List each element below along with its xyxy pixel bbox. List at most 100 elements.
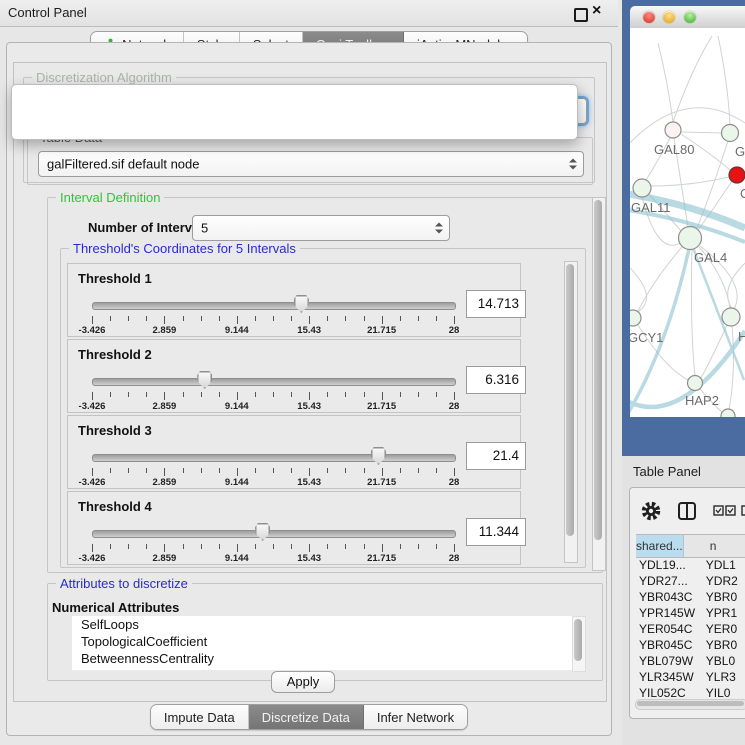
- split-view-icon[interactable]: [679, 503, 695, 519]
- threshold-4-box: Threshold 4 -3.4262.8599.14415.4321.7152…: [67, 491, 521, 565]
- table-row[interactable]: YLR345WYLR3: [636, 669, 745, 685]
- threshold-3-box: Threshold 3 -3.4262.8599.14415.4321.7152…: [67, 415, 521, 489]
- table-cell: YPR145W: [636, 605, 700, 621]
- threshold-3-axis: -3.4262.8599.14415.4321.71528: [92, 466, 454, 488]
- node-label-hap2: HAP2: [685, 393, 719, 408]
- table-row[interactable]: YBR043CYBR0: [636, 589, 745, 605]
- table-data-group: Table Data galFiltered.sif default node: [27, 137, 593, 185]
- table-cell: YBR045C: [636, 637, 700, 653]
- node-label-partial-c: C: [740, 186, 745, 201]
- tab-discretize-data[interactable]: Discretize Data: [249, 705, 364, 729]
- node-label-gal11: GAL11: [631, 200, 671, 215]
- attribute-list-item[interactable]: TopologicalCoefficient: [72, 633, 572, 650]
- zoom-traffic-light[interactable]: [684, 11, 696, 23]
- attributes-list-scrollbar[interactable]: [572, 616, 586, 672]
- node-gal11[interactable]: [633, 179, 651, 197]
- gear-icon[interactable]: [644, 504, 658, 518]
- algorithm-dropdown-popup: [11, 84, 578, 140]
- table-cell: YBR0: [700, 637, 745, 653]
- node-gcy1[interactable]: [630, 310, 641, 326]
- numerical-attributes-list[interactable]: SelfLoopsTopologicalCoefficientBetweenne…: [72, 616, 572, 670]
- minimize-traffic-light[interactable]: [663, 11, 675, 23]
- table-data-selected-value: galFiltered.sif default node: [47, 157, 199, 172]
- tab-impute-data[interactable]: Impute Data: [151, 705, 249, 729]
- threshold-2-label: Threshold 2: [78, 347, 152, 362]
- threshold-3-slider-track[interactable]: [92, 454, 456, 462]
- number-of-intervals-spinner[interactable]: 5: [192, 215, 450, 241]
- tab-infer-network[interactable]: Infer Network: [364, 705, 467, 729]
- threshold-3-value-field[interactable]: 21.4: [466, 442, 526, 470]
- thresholds-scrollbar[interactable]: [564, 261, 578, 563]
- threshold-4-slider-thumb[interactable]: [255, 523, 270, 541]
- checkbox-columns-icon[interactable]: [714, 506, 745, 515]
- threshold-3-label: Threshold 3: [78, 423, 152, 438]
- table-row[interactable]: YBL079WYBL0: [636, 653, 745, 669]
- threshold-4-slider-track[interactable]: [92, 530, 456, 538]
- threshold-3-slider-thumb[interactable]: [371, 447, 386, 465]
- threshold-1-value-field[interactable]: 14.713: [466, 290, 526, 318]
- threshold-4-value-field[interactable]: 11.344: [466, 518, 526, 546]
- table-cell: YPR1: [700, 605, 745, 621]
- table-panel-section: Table Panel shared... n: [622, 456, 745, 745]
- table-row[interactable]: YDL19...YDL1: [636, 557, 745, 573]
- combo-stepper-icon: [569, 159, 576, 170]
- table-cell: YDR2: [700, 573, 745, 589]
- close-icon[interactable]: ×: [592, 2, 601, 20]
- node-label-partial-ga: GA: [735, 144, 745, 159]
- threshold-4-label: Threshold 4: [78, 499, 152, 514]
- node-hap2[interactable]: [688, 376, 703, 391]
- node-bottom[interactable]: [721, 409, 735, 417]
- table-panel-box: shared... n YDL19...YDL1YDR27...YDR2YBR0…: [629, 487, 745, 719]
- table-data-combobox[interactable]: galFiltered.sif default node: [38, 151, 584, 177]
- float-window-icon[interactable]: [574, 8, 588, 22]
- table-row[interactable]: YBR045CYBR0: [636, 637, 745, 653]
- node-selected-red[interactable]: [729, 167, 745, 183]
- threshold-1-box: Threshold 1 -3.4262.8599.14415.4321.7152…: [67, 263, 521, 337]
- attributes-group: Attributes to discretize Numerical Attri…: [47, 583, 603, 681]
- node-label-gal4: GAL4: [694, 250, 727, 265]
- cyni-scroll-viewport: Discretization Algorithm Table Data galF…: [13, 62, 607, 702]
- table-cell: YLR345W: [636, 669, 700, 685]
- interval-definition-group: Interval Definition Number of Intervals …: [47, 197, 603, 573]
- control-panel-titlebar: Control Panel ×: [0, 0, 618, 27]
- threshold-1-slider-track[interactable]: [92, 302, 456, 310]
- node-label-gcy1: GCY1: [630, 330, 663, 345]
- threshold-2-slider-thumb[interactable]: [197, 371, 212, 389]
- number-of-intervals-value: 5: [201, 221, 208, 236]
- table-cell: YLR3: [700, 669, 745, 685]
- apply-button[interactable]: Apply: [271, 671, 335, 693]
- node-right-mid[interactable]: [722, 308, 740, 326]
- table-cell: YBL079W: [636, 653, 700, 669]
- discretization-algorithm-group-title: Discretization Algorithm: [32, 70, 176, 85]
- table-cell: YER0: [700, 621, 745, 637]
- panel-scrollbar[interactable]: [592, 197, 606, 571]
- node-gal80[interactable]: [665, 122, 681, 138]
- column-header-name[interactable]: n: [684, 535, 745, 557]
- threshold-2-box: Threshold 2 -3.4262.8599.14415.4321.7152…: [67, 339, 521, 413]
- control-panel-title: Control Panel: [8, 5, 87, 20]
- table-row[interactable]: YDR27...YDR2: [636, 573, 745, 589]
- table-row[interactable]: YER054CYER0: [636, 621, 745, 637]
- table-header-row: shared... n: [636, 534, 745, 558]
- network-window-frame: GAL80 GA C GAL11 GAL4 GCY1 H HAP2: [622, 0, 745, 456]
- thresholds-group: Threshold's Coordinates for 5 Intervals …: [60, 248, 586, 568]
- node-top-right[interactable]: [722, 125, 739, 142]
- threshold-2-slider-track[interactable]: [92, 378, 456, 386]
- table-body: YDL19...YDL1YDR27...YDR2YBR043CYBR0YPR14…: [636, 557, 745, 701]
- threshold-1-slider-thumb[interactable]: [294, 295, 309, 313]
- column-header-shared-name[interactable]: shared...: [636, 535, 684, 557]
- threshold-2-value-field[interactable]: 6.316: [466, 366, 526, 394]
- table-row[interactable]: YPR145WYPR1: [636, 605, 745, 621]
- threshold-1-label: Threshold 1: [78, 271, 152, 286]
- node-gal4[interactable]: [679, 227, 702, 250]
- table-cell: YDL1: [700, 557, 745, 573]
- attribute-list-item[interactable]: BetweennessCentrality: [72, 650, 572, 667]
- table-cell: YER054C: [636, 621, 700, 637]
- network-canvas[interactable]: GAL80 GA C GAL11 GAL4 GCY1 H HAP2: [630, 28, 745, 417]
- close-traffic-light[interactable]: [643, 11, 655, 23]
- attribute-list-item[interactable]: SelfLoops: [72, 616, 572, 633]
- table-horizontal-scrollbar[interactable]: [635, 699, 745, 710]
- table-cell: YBL0: [700, 653, 745, 669]
- attributes-group-title: Attributes to discretize: [56, 576, 192, 591]
- bottom-tab-strip: Impute Data Discretize Data Infer Networ…: [0, 704, 618, 729]
